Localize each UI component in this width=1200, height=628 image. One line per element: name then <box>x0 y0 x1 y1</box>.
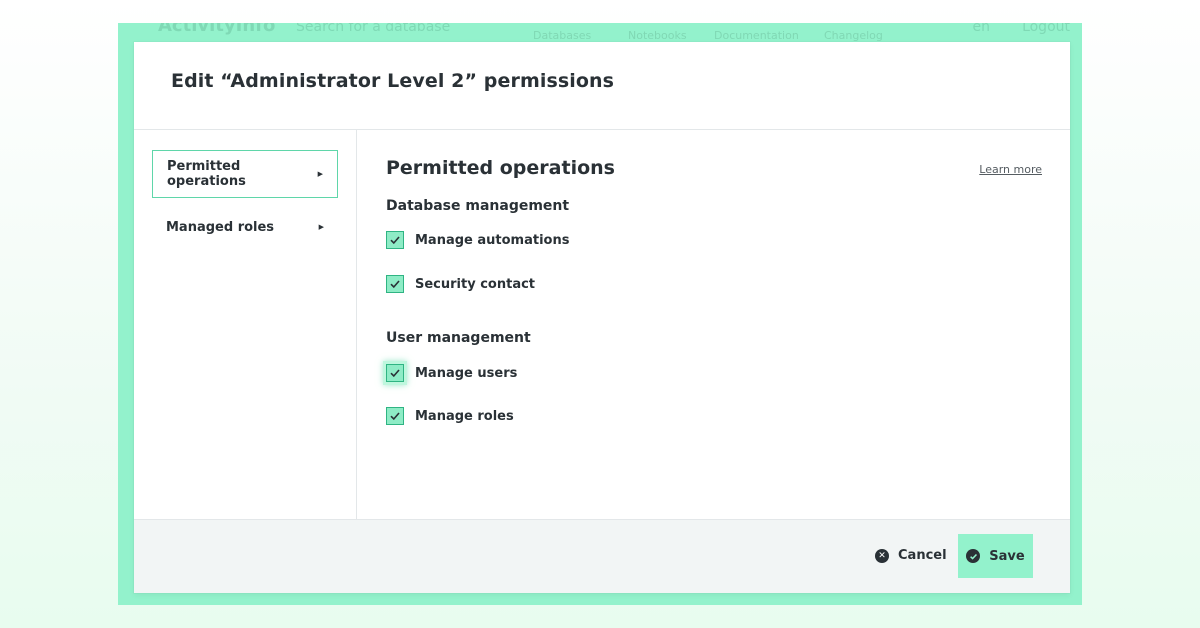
manage-automations-checkbox[interactable] <box>386 231 404 249</box>
background-subnav-item: Notebooks <box>628 29 687 42</box>
dialog-body: Permitted operations ▶ Managed roles ▶ P… <box>134 130 1070 519</box>
background-subnav-item: Databases <box>533 29 592 42</box>
group-title-user-management: User management <box>386 330 531 346</box>
checkbox-row-manage-roles[interactable]: Manage roles <box>386 407 514 425</box>
check-icon <box>390 412 400 421</box>
checkbox-row-security-contact[interactable]: Security contact <box>386 275 535 293</box>
background-subnav-item: Changelog <box>824 29 883 42</box>
sidebar-item-label: Permitted operations <box>167 159 246 189</box>
check-icon <box>390 369 400 378</box>
section-title: Permitted operations <box>386 157 615 179</box>
group-title-database-management: Database management <box>386 198 570 214</box>
security-contact-checkbox[interactable] <box>386 275 404 293</box>
close-circle-icon: ✕ <box>875 548 889 563</box>
dialog-header: Edit “Administrator Level 2” permissions <box>134 42 1070 130</box>
dialog-sidebar: Permitted operations ▶ Managed roles ▶ <box>134 130 357 519</box>
dialog-title: Edit “Administrator Level 2” permissions <box>171 70 615 92</box>
permissions-dialog: Edit “Administrator Level 2” permissions… <box>134 42 1070 593</box>
sidebar-item-label: Managed roles <box>166 219 275 235</box>
background-subnav-item: Documentation <box>714 29 799 42</box>
dialog-footer: ✕ Cancel Save <box>134 519 1070 593</box>
check-icon <box>390 236 400 245</box>
checkbox-label: Manage users <box>415 365 518 381</box>
cancel-button-label: Cancel <box>898 548 947 563</box>
caret-right-icon: ▶ <box>318 223 324 231</box>
manage-users-checkbox[interactable] <box>386 364 404 382</box>
check-icon <box>390 280 400 289</box>
check-circle-icon <box>966 549 981 563</box>
save-button-label: Save <box>989 548 1025 564</box>
learn-more-link[interactable]: Learn more <box>979 163 1042 176</box>
checkbox-label: Manage roles <box>415 408 514 424</box>
checkbox-row-manage-users[interactable]: Manage users <box>386 364 517 382</box>
sidebar-item-permitted-operations[interactable]: Permitted operations ▶ <box>152 150 338 198</box>
dialog-content: Permitted operations Learn more Database… <box>386 130 1042 519</box>
checkbox-label: Security contact <box>415 276 536 292</box>
checkbox-row-manage-automations[interactable]: Manage automations <box>386 231 569 249</box>
save-button[interactable]: Save <box>958 534 1033 578</box>
sidebar-item-managed-roles[interactable]: Managed roles ▶ <box>152 203 338 251</box>
cancel-button[interactable]: ✕ Cancel <box>875 548 947 563</box>
manage-roles-checkbox[interactable] <box>386 407 404 425</box>
checkbox-label: Manage automations <box>415 232 570 248</box>
caret-right-icon: ▶ <box>317 170 323 178</box>
